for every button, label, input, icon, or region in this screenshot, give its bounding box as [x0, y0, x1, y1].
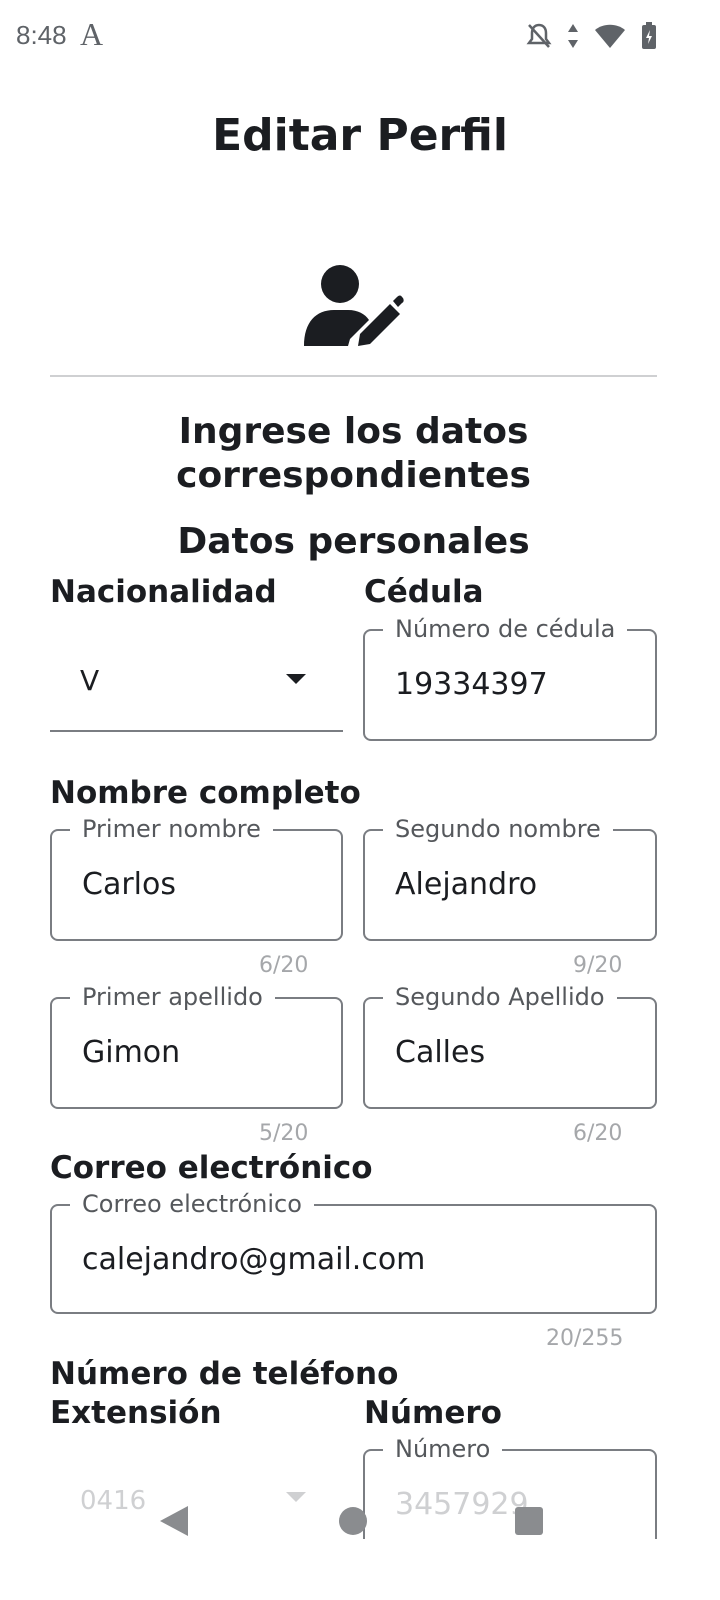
page-title: Editar Perfil [212, 110, 508, 161]
extension-label: Extensión [50, 1395, 222, 1431]
status-time: 8:48 [16, 20, 67, 50]
nombre-completo-label: Nombre completo [50, 775, 361, 811]
recents-icon[interactable] [514, 1506, 544, 1536]
navigation-bar [0, 1480, 720, 1560]
battery-icon [642, 22, 656, 49]
segundo-nombre-field[interactable]: Segundo nombre Alejandro [363, 815, 657, 941]
cedula-value: 19334397 [395, 667, 548, 702]
home-icon[interactable] [338, 1506, 368, 1536]
primer-apellido-value: Gimon [82, 1035, 181, 1070]
segundo-apellido-field[interactable]: Segundo Apellido Calles [363, 983, 657, 1109]
chevron-down-icon [286, 674, 306, 684]
cedula-label: Cédula [364, 574, 484, 610]
segundo-apellido-label: Segundo Apellido [383, 983, 617, 1011]
correo-field-label: Correo electrónico [70, 1190, 314, 1218]
primer-nombre-value: Carlos [82, 867, 176, 902]
user-edit-icon [304, 265, 404, 346]
primer-nombre-field[interactable]: Primer nombre Carlos [50, 815, 343, 941]
section-subheading: Datos personales [177, 521, 530, 562]
correo-field[interactable]: Correo electrónico calejandro@gmail.com [50, 1190, 657, 1314]
segundo-apellido-value: Calles [395, 1035, 486, 1070]
mute-icon [526, 23, 552, 48]
segundo-apellido-counter: 6/20 [573, 1121, 623, 1146]
correo-label: Correo electrónico [50, 1150, 373, 1186]
app-glyph: A [80, 16, 104, 52]
correo-value: calejandro@gmail.com [82, 1242, 426, 1277]
status-icons [526, 22, 658, 50]
numero-field-label: Número [383, 1435, 503, 1463]
wifi-icon [595, 24, 625, 48]
data-arrows-icon [568, 24, 578, 48]
primer-apellido-label: Primer apellido [70, 983, 275, 1011]
section-heading: Ingrese los datos correspondientes [176, 411, 531, 496]
primer-nombre-label: Primer nombre [70, 815, 273, 843]
cedula-field[interactable]: Número de cédula 19334397 [363, 615, 657, 741]
correo-counter: 20/255 [546, 1326, 624, 1351]
segundo-nombre-label: Segundo nombre [383, 815, 613, 843]
primer-nombre-counter: 6/20 [259, 953, 309, 978]
telefono-label: Número de teléfono [50, 1356, 399, 1392]
numero-label: Número [364, 1395, 502, 1431]
primer-apellido-counter: 5/20 [259, 1121, 309, 1146]
segundo-nombre-counter: 9/20 [573, 953, 623, 978]
back-icon[interactable] [158, 1504, 190, 1538]
nacionalidad-select[interactable]: V [50, 640, 343, 732]
cedula-field-label: Número de cédula [383, 615, 628, 643]
segundo-nombre-value: Alejandro [395, 867, 538, 902]
divider [50, 375, 657, 377]
primer-apellido-field[interactable]: Primer apellido Gimon [50, 983, 343, 1109]
nacionalidad-value: V [80, 664, 100, 697]
nacionalidad-label: Nacionalidad [50, 574, 277, 610]
